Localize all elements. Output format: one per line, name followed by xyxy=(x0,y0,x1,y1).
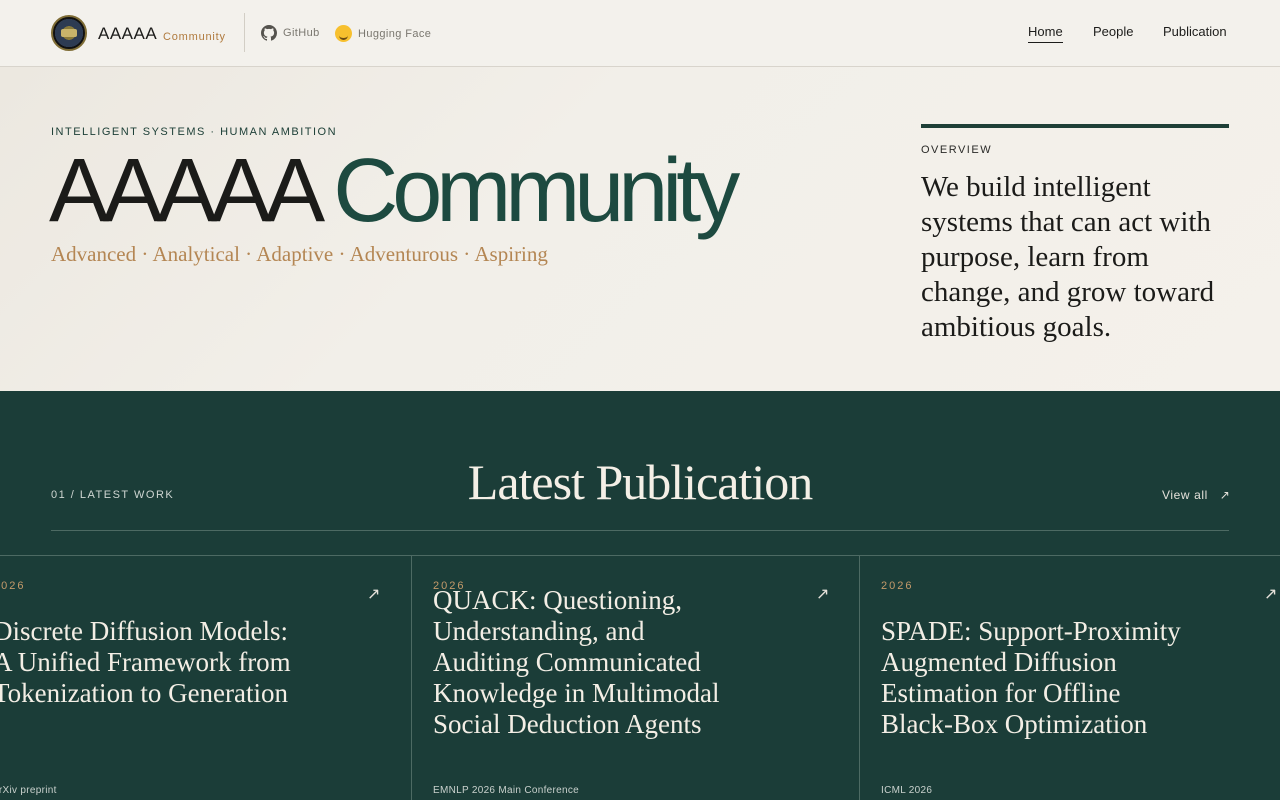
card-venue: EMNLP 2026 Main Conference xyxy=(433,785,580,796)
hero-title-brand: AAAAA xyxy=(49,141,320,241)
hero-eyebrow: INTELLIGENT SYSTEMS · HUMAN AMBITION xyxy=(51,126,338,138)
huggingface-link[interactable]: Hugging Face xyxy=(335,25,431,42)
site-header: AAAAA Community GitHub Hugging Face Home… xyxy=(0,0,1280,67)
arrow-up-right-icon: ↗ xyxy=(816,586,830,603)
arrow-up-right-icon: ↗ xyxy=(367,586,381,603)
github-label: GitHub xyxy=(283,27,320,39)
github-icon xyxy=(261,25,277,41)
huggingface-label: Hugging Face xyxy=(358,27,432,40)
brand-name[interactable]: AAAAA xyxy=(98,24,157,44)
arrow-up-right-icon: ↗ xyxy=(1264,586,1278,603)
card-year: 2026 xyxy=(0,580,26,592)
huggingface-icon xyxy=(335,25,352,42)
hero-title-community: Community xyxy=(333,141,740,241)
nav-publication[interactable]: Publication xyxy=(1163,24,1227,39)
github-link[interactable]: GitHub xyxy=(261,25,320,41)
header-divider xyxy=(244,13,245,52)
view-all-link[interactable]: View all ↗ xyxy=(1162,488,1230,502)
card-venue: ICML 2026 xyxy=(881,785,933,796)
publication-card[interactable]: 2026 ↗ SPADE: Support-Proximity Augmente… xyxy=(860,556,1280,800)
card-title: QUACK: Questioning, Understanding, and A… xyxy=(433,585,720,739)
nav-people[interactable]: People xyxy=(1093,24,1133,39)
section-divider xyxy=(51,530,1229,531)
brand-subtitle: Community xyxy=(163,31,226,43)
card-year: 2026 xyxy=(881,580,914,592)
community-logo[interactable] xyxy=(51,15,87,51)
arrow-up-right-icon: ↗ xyxy=(1211,488,1231,502)
card-title: Discrete Diffusion Models: A Unified Fra… xyxy=(0,616,291,708)
publication-card[interactable]: 2026 ↗ QUACK: Questioning, Understanding… xyxy=(412,556,860,800)
section-title: Latest Publication xyxy=(467,454,813,510)
card-title: SPADE: Support-Proximity Augmented Diffu… xyxy=(881,616,1181,739)
overview-label: OVERVIEW xyxy=(921,144,993,156)
overview-accent-bar xyxy=(921,124,1229,128)
hero-tagline: Advanced · Analytical · Adaptive · Adven… xyxy=(51,242,548,266)
nav-home[interactable]: Home xyxy=(1028,24,1063,43)
overview-text: We build intelligent systems that can ac… xyxy=(921,171,1215,343)
hero-title: AAAAA Community xyxy=(49,146,740,236)
publication-section: 01 / LATEST WORK Latest Publication View… xyxy=(0,391,1280,800)
view-all-label: View all xyxy=(1162,488,1208,502)
publication-card[interactable]: 2026 ↗ Discrete Diffusion Models: A Unif… xyxy=(0,556,412,800)
card-venue: arXiv preprint xyxy=(0,785,57,796)
